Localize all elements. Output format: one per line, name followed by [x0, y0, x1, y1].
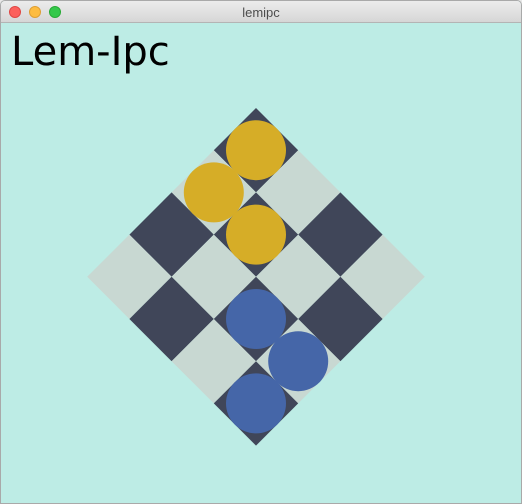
app-window: lemipc Lem-Ipc — [0, 0, 522, 504]
window-title: lemipc — [242, 5, 280, 20]
player-token-yellow-2 — [226, 204, 286, 265]
game-board — [87, 108, 425, 446]
title-bar[interactable]: lemipc — [1, 1, 521, 23]
player-token-blue-5 — [226, 373, 286, 434]
game-area: Lem-Ipc — [1, 23, 521, 503]
